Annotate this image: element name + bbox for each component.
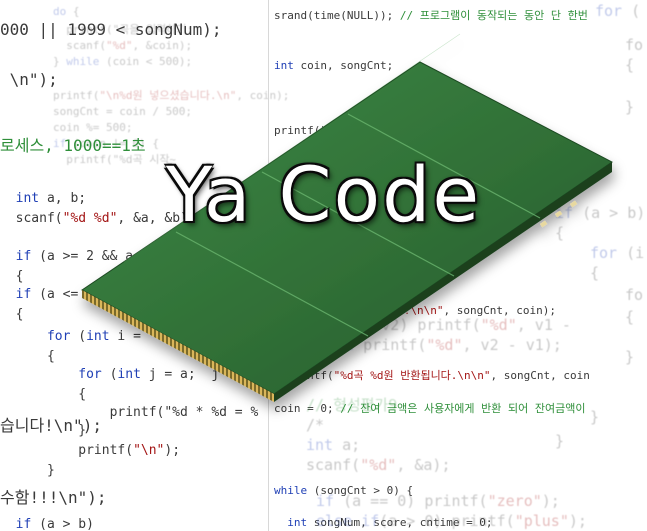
banner-stage: do { printf("곡을 입력하기: scanf("%d", &coin)…: [0, 0, 647, 531]
page-title: Ya Code: [165, 150, 482, 239]
ram-module-icon: [81, 33, 613, 402]
